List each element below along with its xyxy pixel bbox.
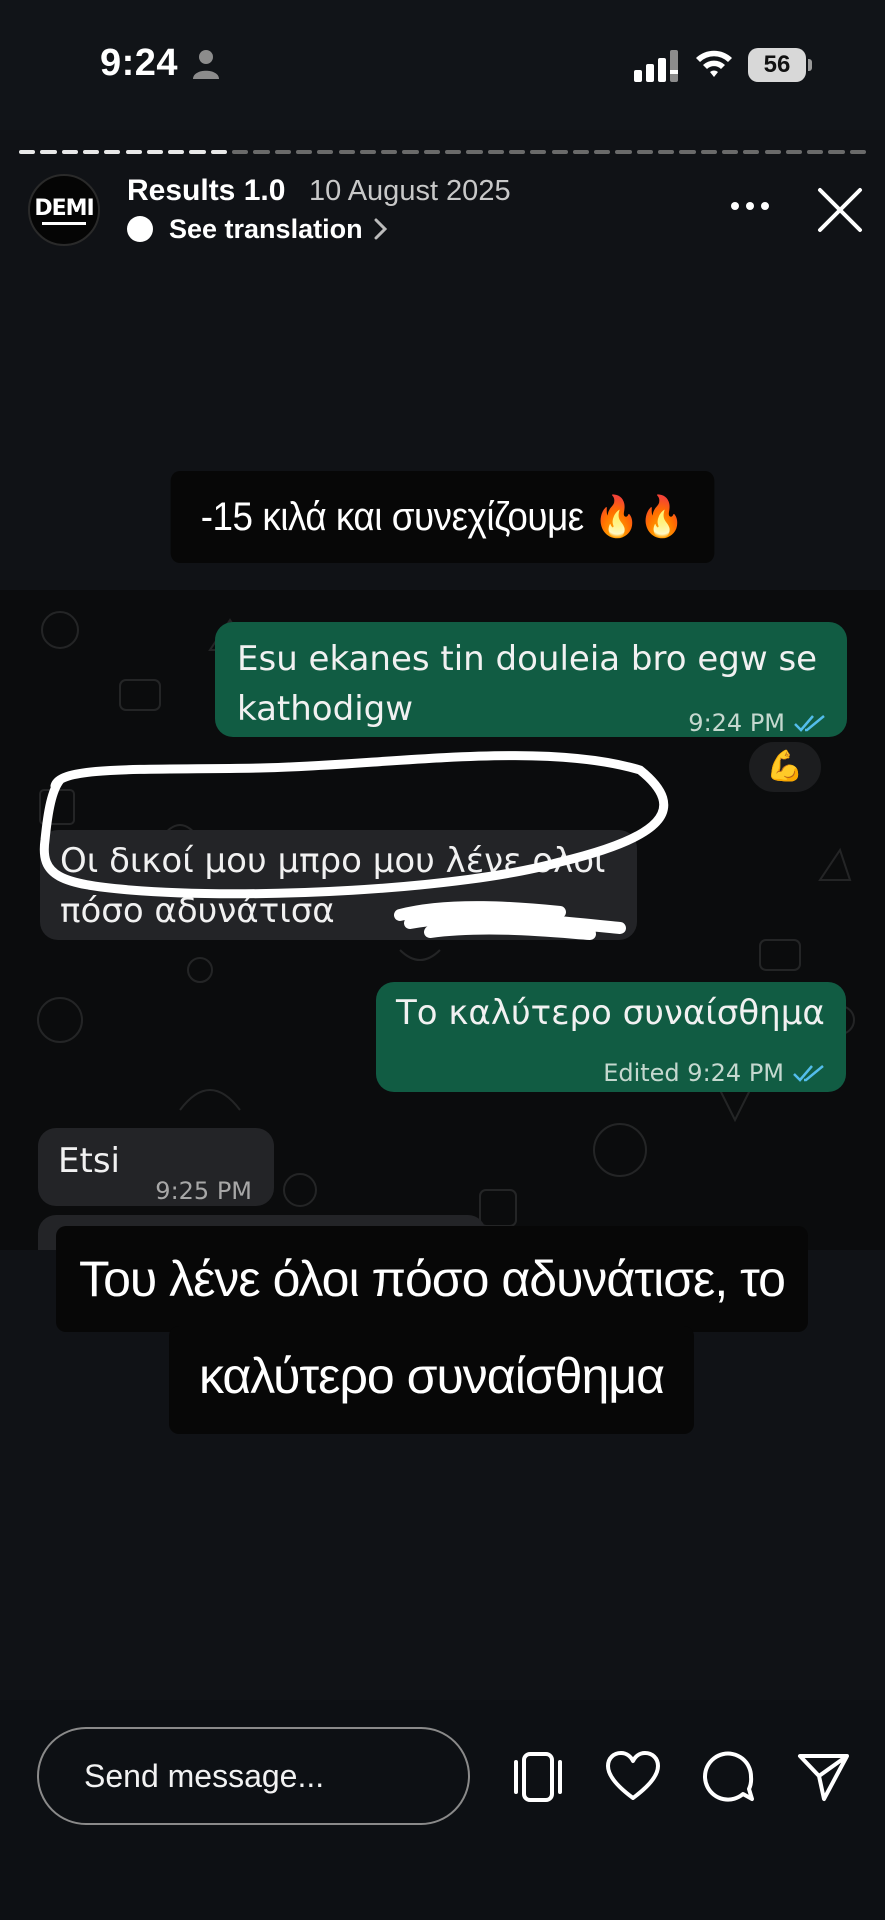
progress-segment bbox=[232, 150, 249, 154]
more-icon[interactable] bbox=[730, 200, 770, 212]
heart-icon[interactable] bbox=[604, 1748, 662, 1806]
progress-segment bbox=[785, 150, 803, 154]
comment-icon[interactable] bbox=[699, 1748, 757, 1806]
progress-segment bbox=[359, 150, 377, 154]
message-meta: 9:25 PM bbox=[155, 1166, 252, 1216]
message-time: 9:25 PM bbox=[155, 1177, 252, 1205]
progress-segment bbox=[828, 150, 845, 154]
read-ticks-icon bbox=[793, 1065, 824, 1082]
see-translation-button[interactable]: See translation bbox=[127, 212, 391, 246]
story-title[interactable]: Results 1.0 bbox=[127, 174, 285, 208]
message-text: Το καλύτερο συναίσθημα bbox=[396, 993, 825, 1033]
progress-segment bbox=[721, 150, 739, 154]
story-header: DEMI Results 1.0 10 August 2025 See tran… bbox=[0, 160, 885, 260]
progress-segment bbox=[253, 150, 270, 154]
progress-segment bbox=[764, 150, 781, 154]
progress-segment bbox=[168, 150, 185, 154]
progress-segment bbox=[125, 150, 142, 154]
message-time: Edited 9:24 PM bbox=[603, 1059, 784, 1087]
see-translation-label: See translation bbox=[169, 213, 363, 244]
story-caption-bottom-line2: καλύτερο συναίσθημα bbox=[169, 1326, 694, 1434]
progress-segment bbox=[551, 150, 568, 154]
progress-segment bbox=[146, 150, 164, 154]
progress-segment bbox=[743, 150, 760, 154]
wifi-icon bbox=[696, 50, 732, 77]
progress-segment bbox=[381, 150, 398, 154]
progress-segment bbox=[700, 150, 717, 154]
message-meta: Edited 9:24 PM bbox=[603, 1048, 826, 1098]
progress-segment bbox=[189, 150, 206, 154]
story-date: 10 August 2025 bbox=[309, 175, 511, 207]
progress-segment bbox=[615, 150, 632, 154]
progress-segment bbox=[40, 150, 57, 154]
progress-segment bbox=[19, 150, 36, 154]
person-icon bbox=[193, 50, 219, 79]
progress-segment bbox=[487, 150, 504, 154]
message-bubble-outgoing[interactable]: Το καλύτερο συναίσθημα Edited 9:24 PM bbox=[376, 982, 846, 1092]
status-time: 9:24 bbox=[100, 42, 179, 84]
progress-segment bbox=[849, 150, 866, 154]
chevron-right-icon bbox=[374, 218, 387, 240]
progress-segment bbox=[807, 150, 824, 154]
message-text: Etsi bbox=[58, 1141, 120, 1181]
progress-segment bbox=[636, 150, 653, 154]
avatar-logo-text: DEMI bbox=[34, 196, 94, 221]
avatar[interactable]: DEMI bbox=[28, 174, 100, 246]
battery-icon: 56 bbox=[748, 48, 812, 82]
status-bar: 9:24 56 bbox=[0, 0, 885, 130]
progress-segment bbox=[317, 150, 334, 154]
progress-segment bbox=[402, 150, 419, 154]
progress-segment bbox=[445, 150, 462, 154]
message-bubble-incoming[interactable]: Etsi 9:25 PM bbox=[38, 1128, 274, 1206]
story-caption-top: -15 κιλά και συνεχίζουμε 🔥🔥 bbox=[170, 471, 715, 563]
story-caption-bottom-line1: Του λένε όλοι πόσο αδυνάτισε, το bbox=[56, 1226, 808, 1332]
story-progress bbox=[19, 150, 866, 154]
progress-segment bbox=[658, 150, 675, 154]
progress-segment bbox=[594, 150, 611, 154]
progress-segment bbox=[338, 150, 355, 154]
signal-icon bbox=[634, 50, 678, 82]
progress-segment bbox=[530, 150, 547, 154]
chat-screenshot: Esu ekanes tin douleia bro egw se kathod… bbox=[0, 590, 885, 1250]
battery-tip bbox=[808, 59, 812, 71]
send-message-input[interactable] bbox=[37, 1727, 470, 1825]
progress-segment bbox=[82, 150, 100, 154]
progress-segment bbox=[210, 150, 227, 154]
progress-segment bbox=[679, 150, 696, 154]
progress-segment bbox=[104, 150, 121, 154]
translate-icon bbox=[127, 216, 153, 242]
battery-level: 56 bbox=[748, 48, 806, 82]
close-icon[interactable] bbox=[816, 186, 864, 234]
device-icon[interactable] bbox=[509, 1748, 567, 1806]
progress-segment bbox=[466, 150, 483, 154]
progress-segment bbox=[295, 150, 313, 154]
progress-segment bbox=[274, 150, 291, 154]
story-reply-bar bbox=[0, 1700, 885, 1920]
progress-segment bbox=[508, 150, 526, 154]
avatar-logo-underline bbox=[42, 222, 86, 225]
progress-segment bbox=[423, 150, 440, 154]
progress-segment bbox=[61, 150, 78, 154]
progress-segment bbox=[572, 150, 590, 154]
send-icon[interactable] bbox=[794, 1748, 852, 1806]
